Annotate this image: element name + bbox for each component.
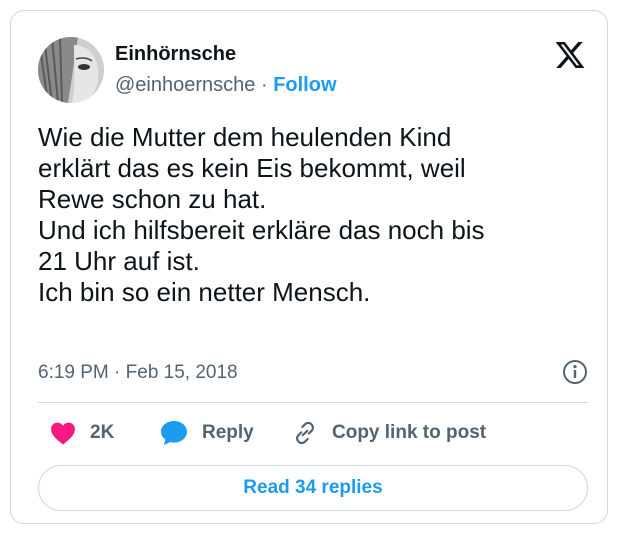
tweet-line: Und ich hilfsbereit erkläre das noch bis [38, 215, 485, 245]
tweet-card: Einhörnsche @einhoernsche · Follow Wie d… [10, 10, 608, 524]
x-logo-icon[interactable] [554, 39, 586, 71]
like-button[interactable]: 2K [50, 415, 114, 451]
copy-link-label: Copy link to post [332, 422, 487, 443]
reply-label: Reply [202, 422, 254, 443]
divider [38, 402, 588, 403]
copy-link-button[interactable]: Copy link to post [292, 415, 486, 451]
follow-button[interactable]: Follow [273, 74, 336, 96]
tweet-line: 21 Uhr auf ist. [38, 246, 200, 276]
like-count: 2K [90, 422, 115, 443]
handle-separator: · [260, 74, 268, 96]
tweet-line: erklärt das es kein Eis bekommt, weil [38, 153, 466, 183]
author-display-name[interactable]: Einhörnsche [115, 42, 236, 66]
link-icon [296, 421, 314, 445]
tweet-line: Wie die Mutter dem heulenden Kind [38, 122, 452, 152]
action-bar: 2K Reply Copy link to post [38, 415, 588, 451]
tweet-line: Ich bin so ein netter Mensch. [38, 277, 371, 307]
author-handle[interactable]: @einhoernsche [115, 74, 255, 96]
tweet-text: Wie die Mutter dem heulenden Kind erklär… [38, 122, 588, 308]
read-replies-button[interactable]: Read 34 replies [38, 465, 588, 511]
avatar[interactable] [38, 37, 104, 103]
tweet-line: Rewe schon zu hat. [38, 184, 267, 214]
info-icon[interactable] [562, 359, 588, 385]
tweet-timestamp[interactable]: 6:19 PM · Feb 15, 2018 [38, 361, 238, 385]
avatar-image [38, 37, 104, 103]
speech-bubble-icon [161, 421, 187, 445]
heart-icon [51, 422, 75, 445]
reply-button[interactable]: Reply [160, 415, 254, 451]
author-handle-row: @einhoernsche · Follow [115, 73, 337, 97]
